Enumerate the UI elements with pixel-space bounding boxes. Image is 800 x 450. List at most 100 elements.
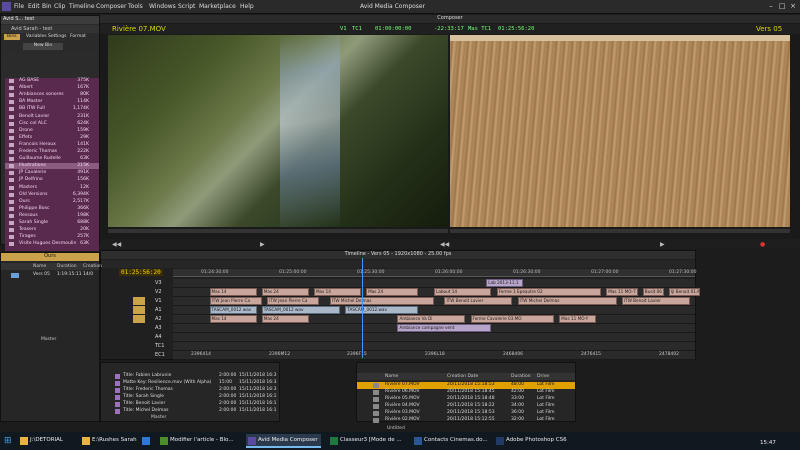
bin-item[interactable]: Benoît Lavier 231K	[5, 114, 99, 120]
bin-item[interactable]: Visite Hugues Desmoulin 63K	[5, 241, 99, 247]
timeline-clip[interactable]: ITW Benoit Lavier	[444, 297, 513, 305]
timeline-clip[interactable]: ITW Jean Pierre Ca	[209, 297, 262, 305]
taskbar-item[interactable]: Modifier l'article - Blo...	[158, 434, 237, 448]
timeline-clip[interactable]: Ambiance campagne vent	[397, 324, 492, 332]
timeline-clip[interactable]: Mas 24	[366, 288, 419, 296]
record-step-back-icon[interactable]: ◀◀	[440, 241, 449, 248]
record-mark-icon[interactable]: ●	[760, 241, 765, 248]
timeline-clip[interactable]: Ijl Benoit 01.MOV	[668, 288, 701, 296]
bin-item[interactable]: Francois Heroux 141K	[5, 142, 99, 148]
bin-item[interactable]: Guillaume Rudelle 63K	[5, 156, 99, 162]
menu-edit[interactable]: Edit	[28, 3, 40, 10]
timeline-clip[interactable]: ITW Benoit Lavier	[621, 297, 690, 305]
track-header-tc1[interactable]: TC1	[119, 342, 173, 351]
taskbar-item[interactable]: Adobe Photoshop CS6	[494, 434, 570, 448]
timeline-clip[interactable]: ITW Michel Delmas	[517, 297, 617, 305]
col-creation[interactable]: Creation	[83, 264, 102, 269]
taskbar-item[interactable]: E:\Rushes Sarah	[80, 434, 140, 448]
record-play-icon[interactable]: ▶	[660, 241, 665, 248]
close-icon[interactable]: ×	[788, 2, 798, 11]
title-row[interactable]: Matte Key: Resilience.mov (With Alpha) 15…	[101, 380, 279, 387]
bin-item[interactable]: Effets 29K	[5, 135, 99, 141]
record-sequence-name[interactable]: Vers 05	[756, 25, 782, 33]
menu-help[interactable]: Help	[240, 3, 254, 10]
bin-item[interactable]: Illustrations 215K	[5, 163, 99, 170]
timeline-clip[interactable]: Busit 06	[642, 288, 664, 296]
track-header-a2[interactable]: A2	[119, 315, 173, 324]
maximize-icon[interactable]: □	[777, 2, 787, 11]
record-monitor-frame[interactable]	[450, 35, 790, 227]
timeline-clip[interactable]: Labout 14	[434, 288, 492, 296]
windows-start-icon[interactable]: ⊞	[4, 436, 14, 446]
track-selector[interactable]	[133, 297, 145, 305]
menu-script[interactable]: Script	[178, 3, 195, 10]
source-step-back-icon[interactable]: ◀◀	[112, 241, 121, 248]
timeline-clip[interactable]: Ferme 1 Epeautre 02	[496, 288, 602, 296]
title-row[interactable]: Title: Fabien Labrunie 2:00:00 15/11/2018 …	[101, 373, 279, 380]
track-header-v1[interactable]: V1	[119, 297, 173, 306]
timeline-clip[interactable]: Mas 24	[261, 288, 309, 296]
menu-timeline[interactable]: Timeline	[69, 3, 95, 10]
record-position-bar[interactable]	[450, 229, 790, 233]
timeline-clip[interactable]: ITW Jean Pierre Ca	[266, 297, 320, 305]
taskbar-item[interactable]: Contacts Cinemas.do...	[412, 434, 491, 448]
source-monitor-frame[interactable]	[108, 35, 448, 227]
col-duration[interactable]: Duration	[57, 264, 77, 269]
track-header-a3[interactable]: A3	[119, 324, 173, 333]
clip-row[interactable]: Rivière 06.MOV 20/11/2018 15:18:45 42:00 Lo…	[357, 389, 575, 396]
timeline-clip[interactable]: Mas 14	[313, 288, 361, 296]
bin-item[interactable]: Ambiances sonores 80K	[5, 92, 99, 98]
clip-row[interactable]: Rivière 04.MOV 20/11/2018 15:18:22 34:00 Lo…	[357, 403, 575, 410]
bin-item[interactable]: Drone 159K	[5, 128, 99, 134]
track-header-a1[interactable]: A1	[119, 306, 173, 315]
table-row[interactable]: Vers 05 1:19:15:11 14/0	[1, 272, 99, 279]
timeline-clip[interactable]: Mas 14	[209, 288, 257, 296]
bin-item[interactable]: Teasers 20K	[5, 227, 99, 233]
menu-file[interactable]: File	[14, 3, 24, 10]
menu-bin[interactable]: Bin	[42, 3, 52, 10]
tab-bins[interactable]: Bins	[4, 34, 20, 40]
bin-item[interactable]: BB ITW Full 1,174K	[5, 106, 99, 112]
bin-item[interactable]: Cisc col ALC 624K	[5, 121, 99, 127]
col-duration[interactable]: Duration	[511, 374, 531, 379]
bin-item[interactable]: BA Master 114K	[5, 99, 99, 105]
tab-settings[interactable]: Settings	[45, 34, 69, 40]
bin-item[interactable]: Tirages 257K	[5, 234, 99, 240]
title-row[interactable]: Title: Frederic Thomas 2:00:00 15/11/2018 …	[101, 387, 279, 394]
taskbar-item[interactable]: J:\DETORIAL	[18, 434, 66, 448]
new-bin-button[interactable]: New Bin	[23, 43, 63, 50]
timeline-clip[interactable]: TASCAM_0012 wav	[261, 306, 341, 314]
bin-item[interactable]: Frederic Thomas 222K	[5, 149, 99, 155]
bin-item[interactable]: AG BASE 375K	[5, 78, 99, 84]
source-position-bar[interactable]	[108, 229, 448, 233]
track-header-v3[interactable]: V3	[119, 279, 173, 288]
clip-row[interactable]: Rivière 03.MOV 20/11/2018 15:18:53 36:00 Lo…	[357, 410, 575, 417]
track-selector[interactable]	[133, 306, 145, 314]
timeline-clip[interactable]: Mas 14	[209, 315, 257, 323]
source-play-icon[interactable]: ▶	[260, 241, 265, 248]
bin-item[interactable]: Albert 167K	[5, 85, 99, 91]
title-row[interactable]: Title: Michel Delmas 2:00:00 15/11/2018 16…	[101, 408, 279, 415]
timeline-clip[interactable]: Lab 2013-11.1	[486, 279, 523, 287]
menu-tools[interactable]: Tools	[128, 3, 143, 10]
title-row[interactable]: Title: Benoit Lavier 2:00:00 15/11/2018 16…	[101, 401, 279, 408]
timeline-clip[interactable]: Ambiance Va Di	[397, 315, 466, 323]
bin-item[interactable]: JP Cavalerie 491K	[5, 170, 99, 176]
bin-item[interactable]: Ours 2,517K	[5, 199, 99, 205]
track-header-ec1[interactable]: EC1	[119, 351, 173, 360]
track-lane[interactable]	[173, 279, 695, 288]
taskbar-item[interactable]: Avid Media Composer	[246, 434, 321, 448]
bin-item[interactable]: Masters 12K	[5, 185, 99, 191]
taskbar-item[interactable]	[140, 434, 155, 448]
bin-item[interactable]: Ressous 198K	[5, 213, 99, 219]
col-creation-date[interactable]: Creation Date	[447, 374, 478, 379]
menu-marketplace[interactable]: Marketplace	[199, 3, 236, 10]
bin-item[interactable]: Old Versions 6,394K	[5, 192, 99, 198]
menu-clip[interactable]: Clip	[54, 3, 65, 10]
taskbar-item[interactable]: Classeur3 [Mode de ...	[328, 434, 405, 448]
title-row[interactable]: Title: Sarah Single 2:00:00 15/11/2018 16:…	[101, 394, 279, 401]
menu-windows[interactable]: Windows	[149, 3, 176, 10]
track-selector[interactable]	[133, 315, 145, 323]
track-lane[interactable]	[173, 342, 695, 351]
source-clip-name[interactable]: Rivière 07.MOV	[112, 25, 166, 33]
